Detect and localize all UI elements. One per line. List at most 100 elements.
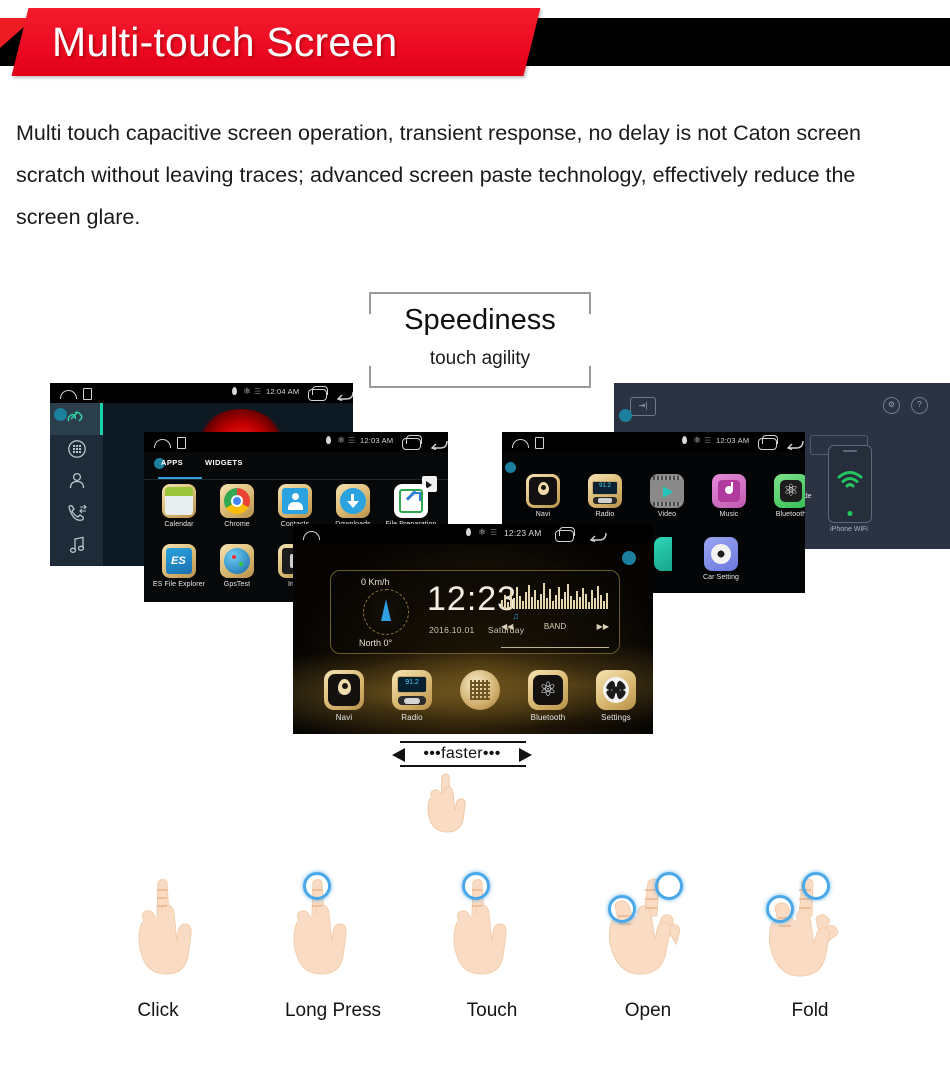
navi-pin-icon (324, 670, 364, 710)
status-bar: ⚛ ☰ 12:03 AM (502, 432, 805, 452)
back-icon[interactable] (336, 388, 353, 402)
dots-right: ••• (482, 745, 501, 762)
es-file-icon: ES (162, 544, 196, 578)
sidebar-item-dialpad[interactable] (50, 435, 103, 467)
blue-dot-indicator (622, 551, 636, 565)
app-navi[interactable]: Navi (514, 474, 572, 518)
home-icon[interactable] (512, 439, 529, 448)
bluetooth-status-icon: ⚛ (337, 435, 346, 445)
home-widget[interactable]: 0 Km/h North 0° 12:23 2016.10.01 Saturda… (330, 570, 620, 654)
app-contacts[interactable]: Contacts (266, 484, 324, 528)
dock-label: Radio (401, 713, 423, 722)
blue-dot-indicator (619, 409, 632, 422)
next-track-button[interactable]: ▶▶ (597, 622, 609, 631)
seek-bar[interactable] (501, 646, 609, 648)
touch-ring-icon (303, 872, 331, 900)
status-time: 12:03 AM (360, 436, 394, 445)
dock-settings[interactable]: Settings (587, 670, 645, 722)
recents-icon[interactable] (308, 386, 328, 401)
app-chrome[interactable]: Chrome (208, 484, 266, 528)
status-time: 12:04 AM (266, 387, 300, 396)
dock-apps[interactable] (451, 670, 509, 722)
location-pin-icon (682, 436, 687, 444)
signal-icon: ☰ (704, 436, 712, 445)
sidebar-item-music[interactable] (50, 531, 103, 563)
location-pin-icon (466, 528, 471, 536)
back-icon[interactable] (589, 529, 607, 543)
home-icon[interactable] (60, 390, 77, 399)
speediness-title: Speediness (404, 304, 556, 336)
help-icon[interactable]: ? (911, 397, 928, 414)
speediness-subtitle: touch agility (429, 348, 531, 369)
phone-card[interactable] (828, 445, 872, 523)
dock-radio[interactable]: 91.2 Radio (383, 670, 441, 722)
app-downloads[interactable]: Downloads (324, 484, 382, 528)
faster-word: faster (441, 745, 483, 762)
left-rail[interactable] (50, 403, 103, 566)
faster-rule-top (400, 741, 526, 743)
contact-icon (67, 471, 87, 496)
bookmark-icon[interactable] (83, 388, 92, 400)
recents-icon[interactable] (758, 435, 778, 450)
sidebar-item-call-history[interactable] (50, 499, 103, 531)
app-label: Video (657, 511, 677, 518)
gesture-label: Long Press (284, 1000, 382, 1021)
app-radio[interactable]: 91.2 Radio (576, 474, 634, 518)
page-title: Multi-touch Screen (52, 19, 398, 65)
app-bluetooth[interactable]: ⚛ Bluetooth (762, 474, 805, 518)
gesture-label: Fold (791, 1000, 829, 1021)
partial-app-icon (654, 537, 672, 571)
tab-widgets[interactable]: WIDGETS (205, 458, 243, 467)
touch-ring-icon (766, 895, 794, 923)
app-calendar[interactable]: Calendar (150, 484, 208, 528)
status-bar: ⚛ ☰ 12:23 AM (293, 524, 653, 544)
gear-icon[interactable]: ⚙ (883, 397, 900, 414)
heading-readout: North 0° (359, 638, 393, 648)
faster-rule-bottom (400, 765, 526, 767)
prev-track-button[interactable]: ◀◀ (501, 622, 513, 631)
drawer-tabs[interactable]: APPS WIDGETS (144, 452, 448, 492)
radio-frequency: 91.2 (599, 483, 611, 489)
exit-icon[interactable]: ⇥| (630, 397, 656, 416)
app-es-file-explorer[interactable]: ES ES File Explorer (150, 544, 208, 588)
date-value: 2016.10.01 (429, 625, 475, 635)
tab-apps[interactable]: APPS (161, 458, 183, 467)
app-car-setting[interactable]: Car Setting (692, 537, 750, 581)
faster-label: •••faster••• (392, 745, 532, 763)
back-icon[interactable] (786, 437, 804, 451)
bookmark-icon[interactable] (535, 437, 544, 449)
app-file-preparation[interactable]: File Preparation (382, 484, 440, 528)
status-bar: ⚛ ☰ 12:03 AM (144, 432, 448, 452)
back-icon[interactable] (430, 437, 448, 451)
bookmark-icon[interactable] (177, 437, 186, 449)
dock-navi[interactable]: Navi (315, 670, 373, 722)
media-controls[interactable]: ◀◀ BAND ▶▶ (501, 619, 609, 633)
link-icon (65, 408, 85, 431)
dock-label: Settings (601, 713, 631, 722)
chrome-icon (220, 484, 254, 518)
dialpad-icon (67, 439, 87, 464)
recents-icon[interactable] (402, 435, 422, 450)
app-label: Radio (595, 511, 615, 518)
home-icon[interactable] (303, 531, 320, 540)
compass-needle (381, 599, 391, 621)
contacts-icon (278, 484, 312, 518)
home-icon[interactable] (154, 439, 171, 448)
app-gpstest[interactable]: GpsTest (208, 544, 266, 588)
band-button[interactable]: BAND (544, 622, 566, 631)
gesture-label: Touch (466, 1000, 518, 1021)
recents-icon[interactable] (555, 527, 575, 542)
dots-left: ••• (423, 745, 442, 762)
location-pin-icon (232, 387, 237, 395)
screenshot-main-home[interactable]: ⚛ ☰ 12:23 AM 0 Km/h North 0° 12:23 2016.… (293, 524, 653, 734)
app-music[interactable]: Music (700, 474, 758, 518)
bluetooth-icon: ⚛ (774, 474, 805, 508)
sidebar-item-contacts[interactable] (50, 467, 103, 499)
phone-speaker (843, 450, 857, 452)
music-icon (712, 474, 746, 508)
blue-dot-indicator (505, 462, 516, 473)
gps-globe-icon (220, 544, 254, 578)
dock-bluetooth[interactable]: ⚛ Bluetooth (519, 670, 577, 722)
app-video[interactable]: Video (638, 474, 696, 518)
hand-point-icon (418, 768, 480, 845)
